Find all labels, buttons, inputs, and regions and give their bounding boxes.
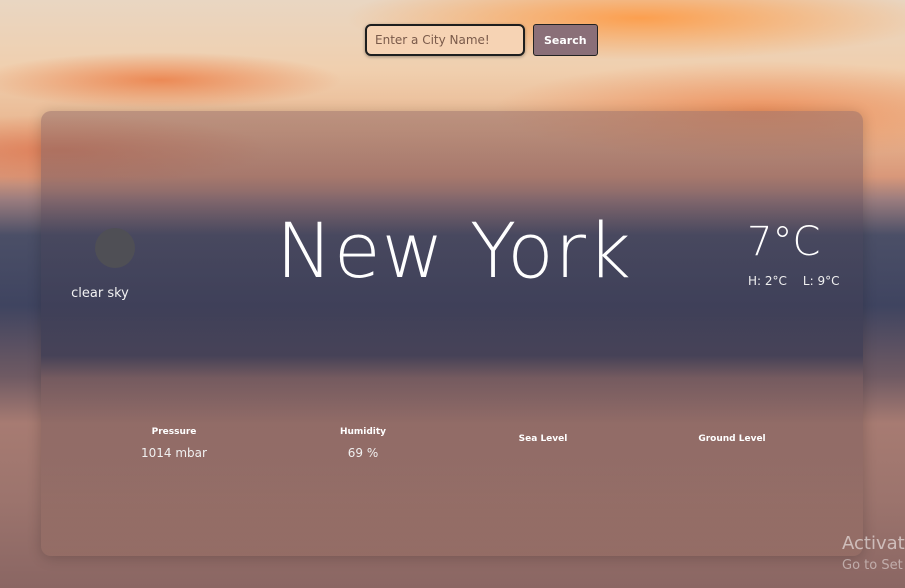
search-button[interactable]: Search bbox=[533, 24, 598, 56]
high-temperature: H: 2°C bbox=[748, 274, 787, 288]
weather-condition-icon bbox=[95, 228, 135, 268]
stat-sea-level: Sea Level bbox=[478, 434, 608, 453]
stat-value: 69 % bbox=[347, 446, 379, 460]
weather-condition-text: clear sky bbox=[71, 286, 129, 301]
activation-watermark-subtitle: Go to Set bbox=[842, 558, 903, 573]
high-low-temperatures: H: 2°C L: 9°C bbox=[748, 274, 839, 288]
weather-card: clear sky New York 7°C H: 2°C L: 9°C Pre… bbox=[41, 111, 863, 556]
low-temperature: L: 9°C bbox=[802, 274, 840, 288]
city-search-input[interactable] bbox=[365, 24, 525, 56]
stat-ground-level: Ground Level bbox=[667, 434, 797, 453]
stat-humidity: Humidity 69 % bbox=[298, 427, 428, 460]
activation-watermark: Activat bbox=[842, 533, 905, 554]
city-name: New York bbox=[275, 206, 632, 295]
stat-label: Sea Level bbox=[518, 434, 568, 444]
stat-label: Ground Level bbox=[698, 434, 766, 444]
stat-value: 1014 mbar bbox=[141, 446, 207, 460]
stat-label: Pressure bbox=[151, 427, 197, 437]
current-temperature: 7°C bbox=[747, 219, 821, 265]
stat-pressure: Pressure 1014 mbar bbox=[109, 427, 239, 460]
search-bar: Search bbox=[365, 24, 598, 56]
stat-label: Humidity bbox=[339, 427, 387, 437]
